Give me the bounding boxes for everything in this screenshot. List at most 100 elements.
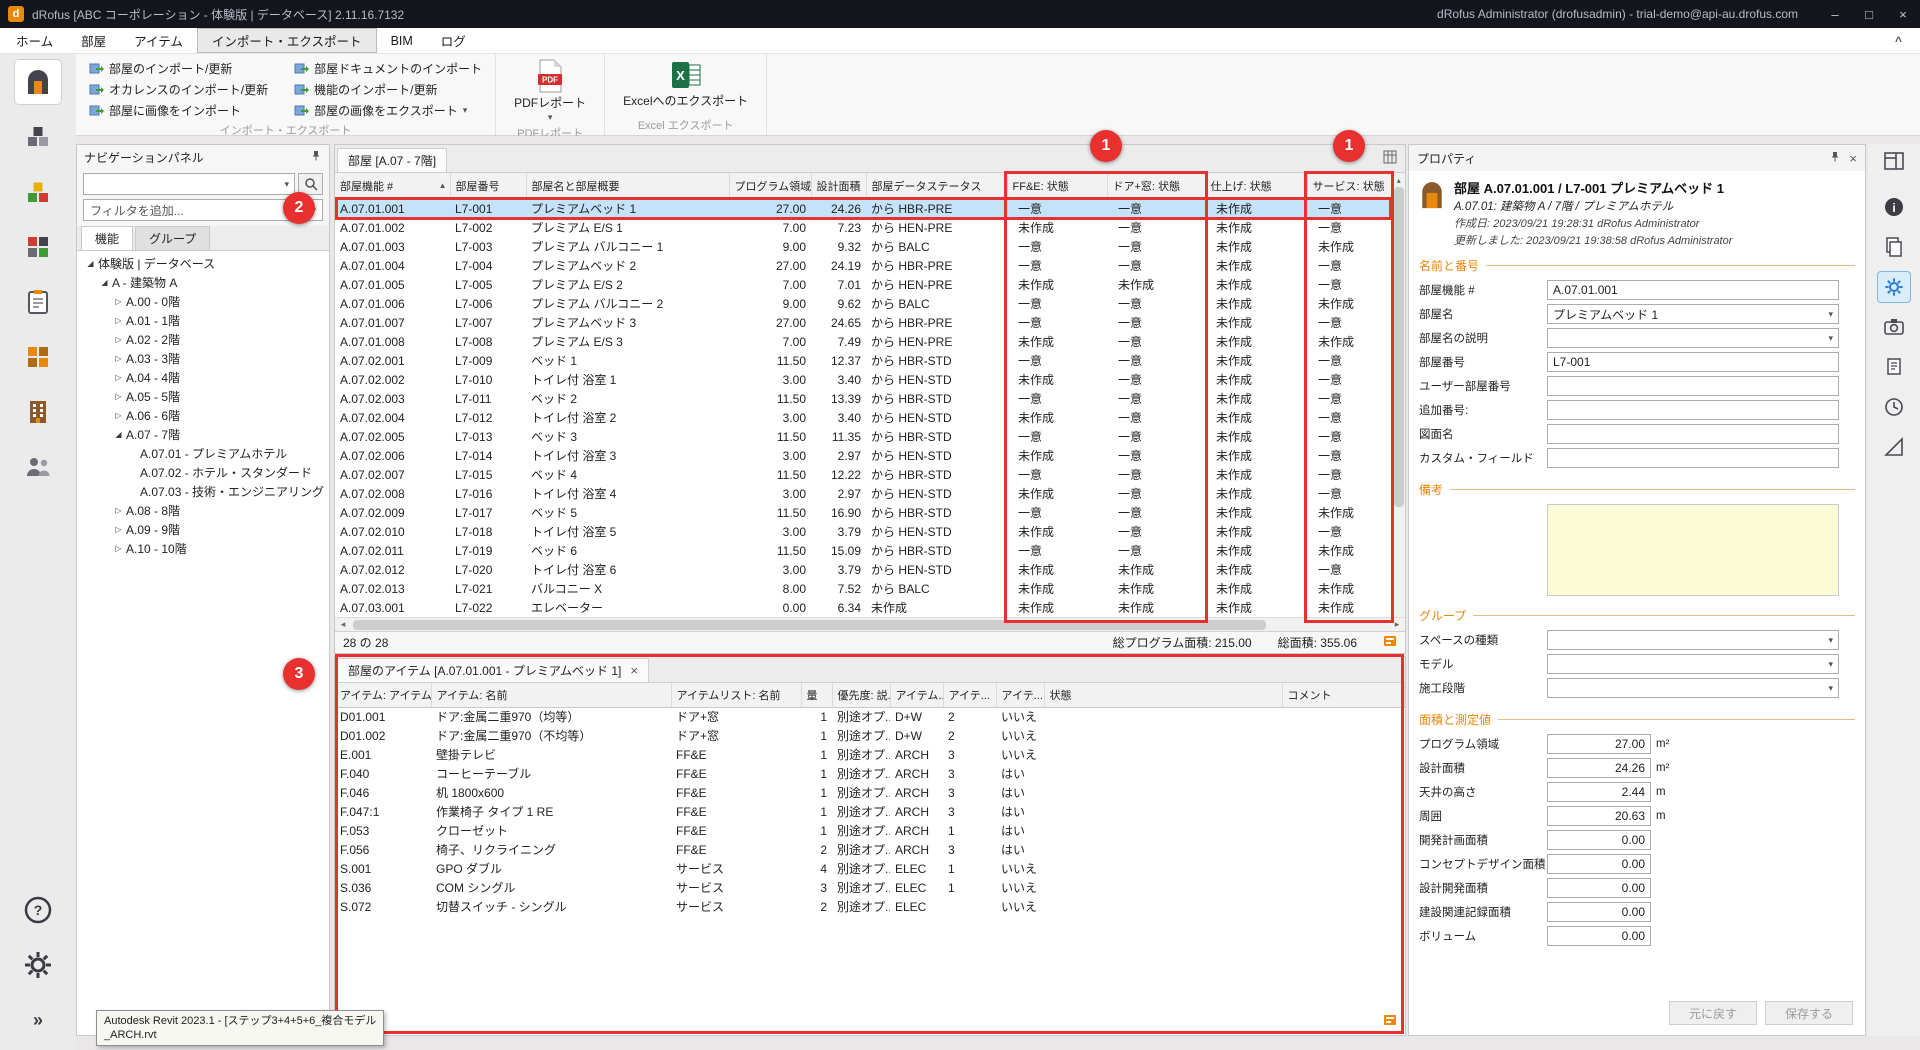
excel-export-button[interactable]: X Excelへのエクスポート (615, 58, 756, 109)
cell-programmed-area[interactable]: 7.00 (729, 332, 811, 351)
horizontal-scrollbar[interactable]: ◂ ▸ (335, 617, 1405, 631)
field-input[interactable]: ▾ (1547, 424, 1839, 444)
cell-item-number[interactable]: F.053 (335, 821, 431, 840)
cell-quantity[interactable]: 2 (801, 897, 832, 916)
cell-programmed-area[interactable]: 27.00 (729, 256, 811, 275)
cell-item-group[interactable]: ARCH (890, 840, 943, 859)
cell-item-group[interactable]: ELEC (890, 897, 943, 916)
scrollbar-thumb[interactable] (1394, 187, 1404, 507)
copy-pages-icon[interactable] (1878, 232, 1910, 262)
info-icon[interactable]: i (1878, 192, 1910, 222)
organization-module-icon[interactable] (15, 445, 61, 489)
cell-item-attr[interactable]: 2 (943, 726, 996, 745)
cell-programmed-area[interactable]: 3.00 (729, 408, 811, 427)
cell-room-name[interactable]: プレミアム E/S 3 (526, 332, 729, 351)
column-header[interactable]: アイテム: アイテム番号 (335, 683, 431, 707)
cell-item-name[interactable]: 椅子、リクライニング (431, 840, 671, 859)
cell-room-name[interactable]: ベッド 4 (526, 465, 729, 484)
cell-designed-area[interactable]: 24.19 (811, 256, 866, 275)
tree-node[interactable]: ▷ A.01 - 1階 (77, 311, 329, 330)
vertical-scrollbar[interactable]: ▴ (1392, 173, 1406, 617)
room-row[interactable]: A.07.02.009 L7-017 ベッド 5 11.50 16.90 から … (335, 503, 1391, 522)
cell-doors-windows-status[interactable]: 一意 (1107, 446, 1205, 465)
cell-room-number[interactable]: L7-019 (450, 541, 526, 560)
item-row[interactable]: F.047:1 作業椅子 タイプ 1 RE FF&E 1 別途オプ... ARC… (335, 802, 1405, 821)
menu-tab[interactable]: ログ (427, 28, 480, 53)
cell-services-status[interactable]: 未作成 (1307, 294, 1391, 313)
pdf-report-button[interactable]: PDF PDFレポート ▾ (506, 58, 594, 123)
cell-quantity[interactable]: 2 (801, 840, 832, 859)
cell-item-list[interactable]: サービス (671, 897, 801, 916)
items-module-icon[interactable] (15, 115, 61, 159)
cell-priority[interactable]: 別途オプ... (832, 897, 890, 916)
cell-doors-windows-status[interactable]: 一意 (1107, 294, 1205, 313)
tree-node[interactable]: ▷ A.06 - 6階 (77, 406, 329, 425)
cell-doors-windows-status[interactable]: 一意 (1107, 199, 1205, 218)
room-row[interactable]: A.07.02.007 L7-015 ベッド 4 11.50 12.22 から … (335, 465, 1391, 484)
column-header[interactable]: アイテ... (943, 683, 996, 707)
ribbon-button[interactable]: 部屋ドキュメントのインポート ▾ (291, 58, 485, 78)
cell-programmed-area[interactable]: 3.00 (729, 522, 811, 541)
cell-finishes-status[interactable]: 未作成 (1205, 332, 1307, 351)
cell-finishes-status[interactable]: 未作成 (1205, 370, 1307, 389)
cell-services-status[interactable]: 一意 (1307, 313, 1391, 332)
cell-item-attr[interactable]: 3 (943, 840, 996, 859)
cell-room-data-status[interactable]: から HEN-STD (866, 370, 1007, 389)
cell-room-number[interactable]: L7-002 (450, 218, 526, 237)
cell-room-data-status[interactable]: から HBR-PRE (866, 256, 1007, 275)
room-row[interactable]: A.07.01.001 L7-001 プレミアムベッド 1 27.00 24.2… (335, 199, 1391, 218)
item-row[interactable]: F.040 コーヒーテーブル FF&E 1 別途オプ... ARCH 3 はい (335, 764, 1405, 783)
cell-item-group[interactable]: D+W (890, 707, 943, 726)
field-input[interactable]: ▾ (1547, 630, 1839, 650)
cell-finishes-status[interactable]: 未作成 (1205, 560, 1307, 579)
cell-room-number[interactable]: L7-018 (450, 522, 526, 541)
cell-programmed-area[interactable]: 11.50 (729, 465, 811, 484)
column-header[interactable]: 状態 (1044, 683, 1282, 707)
cell-room-number[interactable]: L7-004 (450, 256, 526, 275)
room-row[interactable]: A.07.01.003 L7-003 プレミアム バルコニー 1 9.00 9.… (335, 237, 1391, 256)
tree-node[interactable]: ◢ A - 建築物 A (77, 273, 329, 292)
cell-room-function[interactable]: A.07.01.008 (335, 332, 450, 351)
column-header[interactable]: アイテム... (890, 683, 943, 707)
item-row[interactable]: S.001 GPO ダブル サービス 4 別途オプ... ELEC 1 いいえ (335, 859, 1405, 878)
search-input[interactable]: ▾ (83, 173, 295, 195)
cell-services-status[interactable]: 未作成 (1307, 503, 1391, 522)
close-tab-icon[interactable]: × (630, 663, 638, 678)
cell-doors-windows-status[interactable]: 未作成 (1107, 579, 1205, 598)
cell-designed-area[interactable]: 3.79 (811, 522, 866, 541)
nav-tab[interactable]: 機能 (81, 226, 133, 250)
cell-doors-windows-status[interactable]: 一意 (1107, 541, 1205, 560)
cell-room-data-status[interactable]: から HEN-STD (866, 408, 1007, 427)
building-module-icon[interactable] (15, 390, 61, 434)
cell-item-flag[interactable]: いいえ (996, 859, 1044, 878)
field-input[interactable]: 0.00 (1547, 830, 1651, 850)
ribbon-button[interactable]: 部屋の画像をエクスポート ▾ (291, 100, 485, 120)
cell-item-number[interactable]: D01.001 (335, 707, 431, 726)
cell-item-flag[interactable]: はい (996, 783, 1044, 802)
cell-room-data-status[interactable]: から HBR-STD (866, 541, 1007, 560)
tree-arrow-icon[interactable]: ▷ (111, 506, 126, 515)
cell-room-data-status[interactable]: から HEN-STD (866, 446, 1007, 465)
cell-room-name[interactable]: ベッド 1 (526, 351, 729, 370)
cell-item-list[interactable]: FF&E (671, 764, 801, 783)
help-icon[interactable]: ? (15, 888, 61, 932)
cell-comment[interactable] (1282, 707, 1405, 726)
cell-designed-area[interactable]: 24.26 (811, 199, 866, 218)
cell-room-data-status[interactable]: から HBR-STD (866, 465, 1007, 484)
cell-room-function[interactable]: A.07.02.005 (335, 427, 450, 446)
cell-item-flag[interactable]: はい (996, 764, 1044, 783)
report-icon[interactable] (1383, 634, 1397, 651)
cell-ffe-status[interactable]: 一意 (1007, 294, 1107, 313)
cell-quantity[interactable]: 1 (801, 783, 832, 802)
cell-designed-area[interactable]: 15.09 (811, 541, 866, 560)
cell-item-attr[interactable]: 2 (943, 707, 996, 726)
tree-arrow-icon[interactable]: ▷ (111, 392, 126, 401)
cell-ffe-status[interactable]: 未作成 (1007, 446, 1107, 465)
room-row[interactable]: A.07.01.006 L7-006 プレミアム バルコニー 2 9.00 9.… (335, 294, 1391, 313)
cell-room-data-status[interactable]: から HEN-STD (866, 522, 1007, 541)
cell-doors-windows-status[interactable]: 一意 (1107, 351, 1205, 370)
cell-priority[interactable]: 別途オプ... (832, 707, 890, 726)
cell-designed-area[interactable]: 24.65 (811, 313, 866, 332)
cell-ffe-status[interactable]: 一意 (1007, 503, 1107, 522)
cell-item-number[interactable]: S.036 (335, 878, 431, 897)
